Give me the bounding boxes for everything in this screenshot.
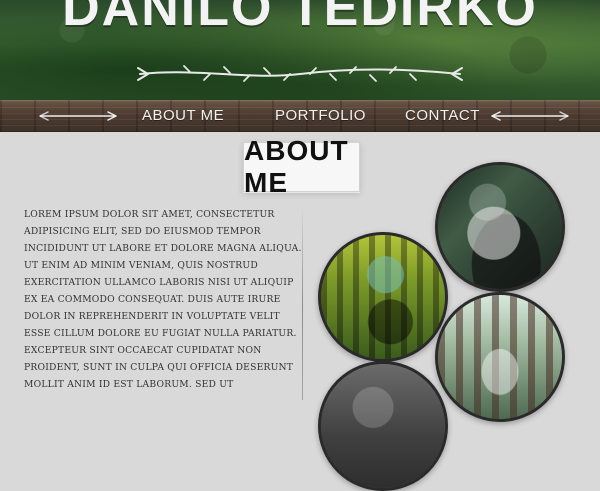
arrow-right-icon — [491, 111, 569, 121]
photo-biking-circle[interactable] — [318, 232, 448, 362]
photo-forest-circle[interactable] — [435, 292, 565, 422]
photo-biking — [321, 235, 445, 359]
nav-contact-label: CONTACT — [405, 107, 480, 124]
header-banner: DANILO TEDIRKO — [0, 0, 600, 100]
content-divider — [302, 206, 303, 400]
photo-room — [321, 364, 445, 488]
photo-portrait-circle[interactable] — [435, 162, 565, 292]
photo-forest — [438, 295, 562, 419]
arrow-left-icon — [39, 111, 117, 121]
top-navigation: ABOUT ME PORTFOLIO CONTACT — [0, 100, 600, 132]
photo-portrait — [438, 165, 562, 289]
nav-about-me-label: ABOUT ME — [142, 107, 225, 124]
nav-portfolio[interactable]: PORTFOLIO — [275, 106, 366, 126]
about-me-heading: ABOUT ME — [243, 135, 360, 198]
nav-contact[interactable]: CONTACT — [405, 106, 480, 126]
nav-about-me[interactable]: ABOUT ME — [142, 106, 224, 126]
site-title: DANILO TEDIRKO — [62, 0, 538, 37]
photo-room-circle[interactable] — [318, 361, 448, 491]
vine-divider-icon — [137, 65, 463, 82]
nav-portfolio-label: PORTFOLIO — [275, 107, 366, 124]
about-me-paragraph: Lorem ipsum dolor sit amet, consectetur … — [24, 209, 302, 390]
